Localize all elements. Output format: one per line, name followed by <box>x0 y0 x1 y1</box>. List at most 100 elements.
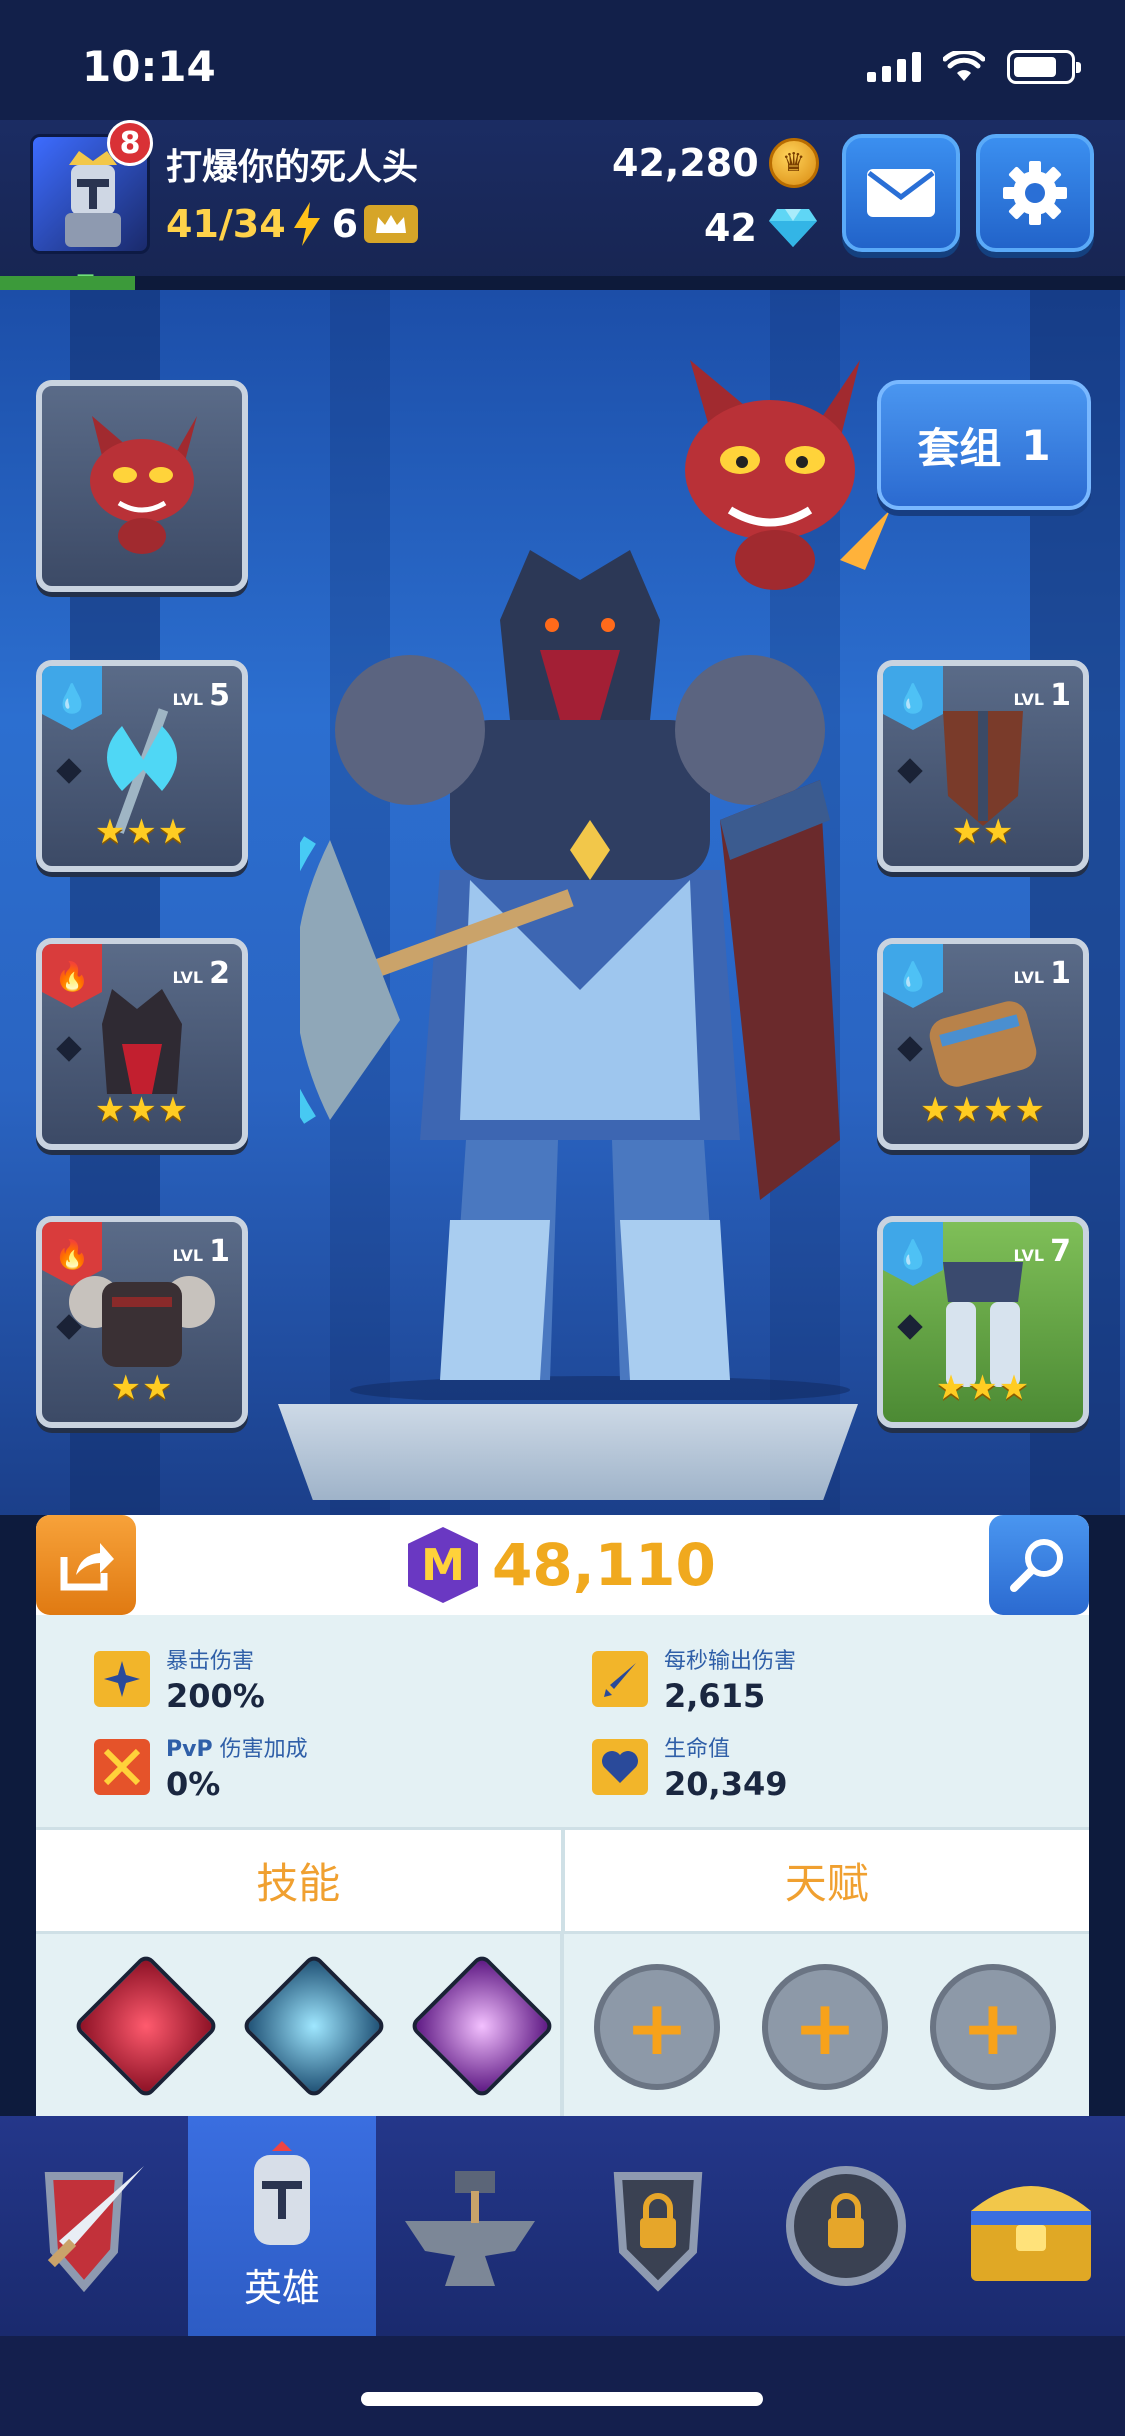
player-bar: 8 5 打爆你的死人头 41/34 6 42,280 ♛ 42 <box>0 120 1125 308</box>
tab-talents[interactable]: 天赋 <box>560 1830 1090 1931</box>
stat-crit-damage: 暴击伤害 200% <box>94 1639 554 1719</box>
status-time: 10:14 <box>82 42 216 91</box>
boots-stars: ★★★ <box>935 1368 1031 1408</box>
home-indicator[interactable] <box>361 2392 763 2406</box>
crit-icon <box>94 1651 150 1707</box>
nav-hero[interactable]: 英雄 <box>188 2116 376 2336</box>
hero-character[interactable] <box>300 520 860 1400</box>
notification-badge: 8 <box>107 120 153 166</box>
nav-forge[interactable] <box>376 2116 564 2336</box>
energy-display: 41/34 6 <box>166 202 419 246</box>
gem-value: 42 <box>704 206 757 250</box>
shield-slot[interactable]: 💧 LVL 1 ★★ <box>877 660 1089 872</box>
shield-stars: ★★ <box>951 812 1015 852</box>
stat-dps: 每秒输出伤害 2,615 <box>592 1639 1052 1719</box>
bottom-navigation: 英雄 <box>0 2116 1125 2336</box>
locked-shield-icon <box>613 2172 703 2292</box>
cellular-signal-icon <box>867 52 921 82</box>
status-icons <box>867 50 1081 84</box>
stat-label: PvP 伤害加成 <box>166 1737 308 1762</box>
loadout-number: 1 <box>1021 420 1051 470</box>
chest-armor-icon <box>69 1276 215 1367</box>
power-header: M 48,110 <box>36 1515 1089 1615</box>
battery-icon <box>1007 50 1081 84</box>
talent-slot-add-button[interactable]: + <box>930 1964 1056 2090</box>
talent-slot-add-button[interactable]: + <box>762 1964 888 2090</box>
treasure-chest-icon <box>971 2186 1091 2281</box>
envelope-icon <box>867 169 935 217</box>
helmet-slot[interactable]: 🔥 LVL 2 ★★★ <box>36 938 248 1150</box>
gem-socket-icon <box>56 1036 82 1062</box>
armor-level: LVL 1 <box>172 1234 230 1269</box>
nav-chest[interactable] <box>937 2116 1125 2336</box>
crown-icon <box>364 205 419 243</box>
coin-balance[interactable]: 42,280 ♛ <box>612 138 819 188</box>
sword-shield-icon <box>44 2166 144 2293</box>
inspect-button[interactable] <box>989 1515 1089 1615</box>
might-icon: M <box>408 1527 478 1603</box>
mail-button[interactable] <box>842 134 960 252</box>
gem-balance[interactable]: 42 <box>704 206 819 250</box>
heart-icon <box>592 1739 648 1795</box>
energy-value: 41/34 <box>166 202 286 246</box>
nav-hero-label: 英雄 <box>243 2265 320 2310</box>
hero-stats: 暴击伤害 200% 每秒输出伤害 2,615 PvP 伤害加成 0% 生命值 2… <box>36 1615 1089 1827</box>
hero-scene: 💧 LVL 5 ★★★ 🔥 LVL 2 ★★★ 🔥 LVL 1 ★★ 套组 1 … <box>0 290 1125 1515</box>
tab-skills[interactable]: 技能 <box>36 1830 561 1931</box>
pet-slot[interactable] <box>36 380 248 592</box>
status-bar: 10:14 <box>0 0 1125 120</box>
wolf-helmet-icon <box>102 989 182 1094</box>
loadout-button[interactable]: 套组 1 <box>877 380 1091 510</box>
lightning-icon <box>293 202 320 246</box>
boots-slot[interactable]: 💧 LVL 7 ★★★ <box>877 1216 1089 1428</box>
armor-slot[interactable]: 🔥 LVL 1 ★★ <box>36 1216 248 1428</box>
skill-slot-rage-icon[interactable] <box>72 1952 220 2100</box>
gloves-level: LVL 1 <box>1013 956 1071 991</box>
stat-label: 暴击伤害 <box>166 1649 255 1674</box>
weapon-stars: ★★★ <box>94 812 190 852</box>
armor-stars: ★★ <box>110 1368 174 1408</box>
gem-socket-icon <box>897 758 923 784</box>
skill-slot-frost-icon[interactable] <box>240 1952 388 2100</box>
bottom-safe-area <box>0 2336 1125 2436</box>
gloves-stars: ★★★★ <box>920 1090 1046 1130</box>
loadout-label: 套组 <box>917 423 1002 473</box>
skill-talent-tabs: 技能 天赋 <box>36 1827 1089 1931</box>
stat-health: 生命值 20,349 <box>592 1727 1052 1807</box>
settings-button[interactable] <box>976 134 1094 252</box>
anvil-hammer-icon <box>405 2171 535 2286</box>
crown-count: 6 <box>331 202 359 246</box>
stat-pvp-damage: PvP 伤害加成 0% <box>94 1727 554 1807</box>
share-icon <box>60 1543 114 1591</box>
coin-icon: ♛ <box>768 138 819 188</box>
helmet-stars: ★★★ <box>94 1090 190 1130</box>
imp-pet-character <box>685 360 890 590</box>
divider <box>560 1934 564 2119</box>
hero-power: M 48,110 <box>408 1527 716 1603</box>
talent-slot-add-button[interactable]: + <box>594 1964 720 2090</box>
stat-label: 生命值 <box>664 1737 731 1762</box>
crossed-swords-icon <box>94 1739 150 1795</box>
gloves-slot[interactable]: 💧 LVL 1 ★★★★ <box>877 938 1089 1150</box>
gear-icon <box>1003 161 1067 225</box>
stat-value: 2,615 <box>664 1677 766 1715</box>
share-button[interactable] <box>36 1515 136 1615</box>
stat-value: 0% <box>166 1765 221 1803</box>
weapon-slot[interactable]: 💧 LVL 5 ★★★ <box>36 660 248 872</box>
stat-label: 每秒输出伤害 <box>664 1649 797 1674</box>
power-value: 48,110 <box>492 1531 716 1599</box>
knight-helmet-icon <box>254 2140 310 2245</box>
wifi-icon <box>943 51 985 81</box>
nav-locked-2[interactable] <box>752 2116 940 2336</box>
imp-pet-icon <box>90 416 197 554</box>
gauntlet-icon <box>929 1001 1037 1087</box>
nav-battle[interactable] <box>0 2116 188 2336</box>
nav-locked-1[interactable] <box>564 2116 752 2336</box>
skill-slot-arcane-icon[interactable] <box>408 1952 556 2100</box>
diamond-icon <box>768 209 817 247</box>
magnifier-icon <box>1010 1539 1063 1592</box>
stat-value: 200% <box>166 1677 265 1715</box>
gem-socket-icon <box>897 1314 923 1340</box>
xp-progress-bar <box>0 276 1125 290</box>
player-name: 打爆你的死人头 <box>166 147 419 188</box>
